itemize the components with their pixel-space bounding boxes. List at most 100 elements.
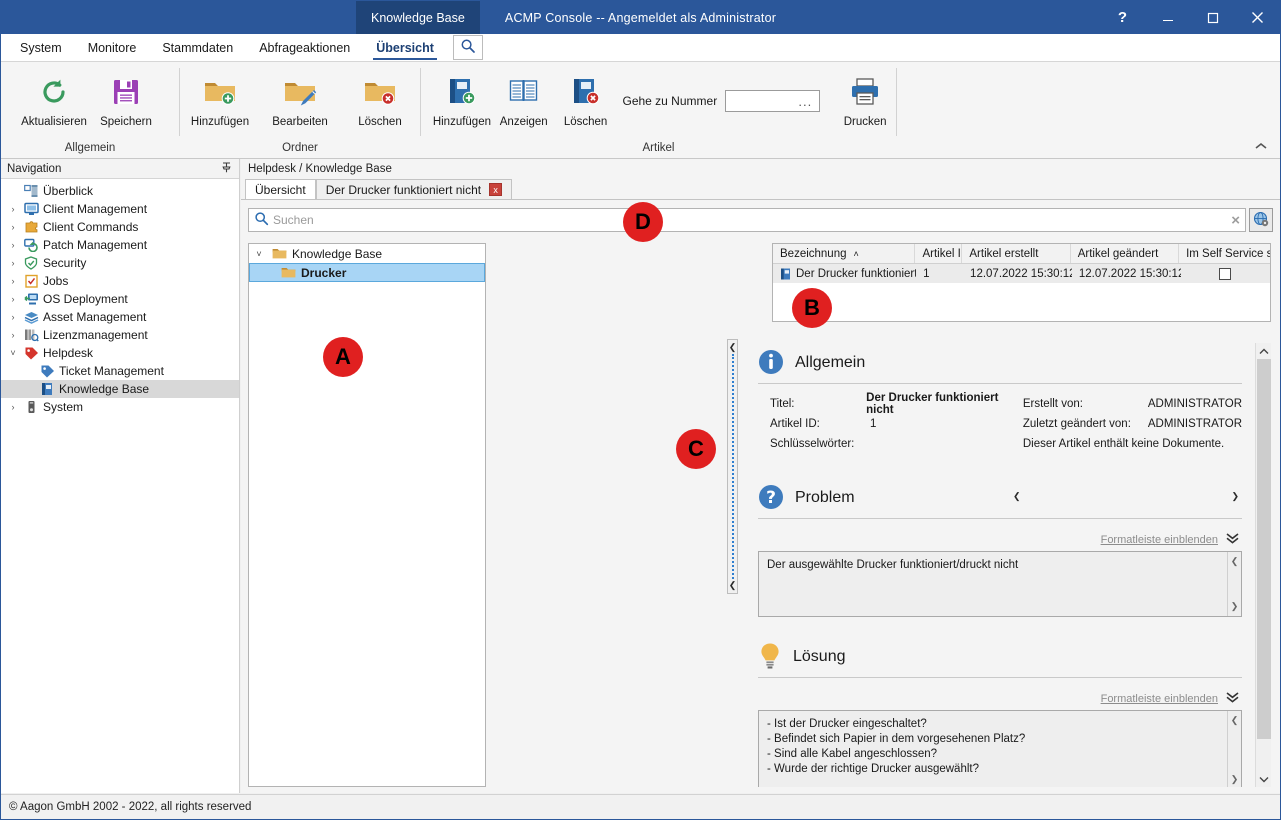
section-title: Lösung	[793, 648, 846, 666]
expand-arrow[interactable]: ›	[5, 204, 21, 214]
detail-panel-scrollbar[interactable]	[1255, 343, 1271, 787]
folder-tree-panel[interactable]: ˅ Knowledge Base Drucker	[248, 243, 486, 787]
lightbulb-icon	[758, 642, 782, 673]
cell-im-self-service	[1181, 264, 1270, 283]
search-row: Suchen ×	[248, 208, 1273, 232]
show-format-toolbar-link[interactable]: Formatleiste einblenden	[1101, 693, 1218, 705]
collapse-up-icon-right[interactable]: ❯	[1231, 491, 1239, 502]
loesung-textarea[interactable]: - Ist der Drucker eingeschaltet? - Befin…	[758, 710, 1242, 787]
ribbon-collapse-button[interactable]	[1250, 138, 1272, 156]
sidebar-item-asset-management[interactable]: › Asset Management	[1, 308, 239, 326]
loesung-textarea-scrollbar[interactable]: ❮ ❯	[1227, 711, 1241, 787]
folder-edit-icon	[283, 72, 317, 112]
print-button[interactable]: Drucken	[834, 68, 896, 128]
collapse-arrow[interactable]: ˅	[5, 348, 21, 358]
ribbon-tab-system[interactable]: System	[7, 34, 75, 61]
scroll-down-icon[interactable]: ❯	[1231, 599, 1239, 614]
cell-text: Der Drucker funktioniert nicht	[796, 268, 916, 280]
scroll-up-icon[interactable]: ❮	[1231, 713, 1239, 728]
expand-arrow[interactable]: ›	[5, 294, 21, 304]
collapse-left-icon[interactable]: ❮	[729, 342, 737, 353]
document-tab-knowledge-base[interactable]: Knowledge Base	[356, 1, 480, 34]
collapse-left-icon-bottom[interactable]: ❮	[729, 580, 737, 591]
scroll-up-button[interactable]	[1256, 343, 1272, 359]
close-button[interactable]	[1235, 1, 1280, 34]
article-add-button[interactable]: Hinzufügen	[431, 68, 493, 128]
tab-uebersicht[interactable]: Übersicht	[245, 179, 316, 199]
chevron-up-icon	[1254, 140, 1268, 154]
sidebar-item-jobs[interactable]: › Jobs	[1, 272, 239, 290]
sidebar-item-client-management[interactable]: › Client Management	[1, 200, 239, 218]
folder-delete-button[interactable]: Löschen	[340, 68, 420, 128]
search-input[interactable]: Suchen ×	[248, 208, 1246, 232]
article-grid[interactable]: Bezeichnung ˄ Artikel ID Artikel erstell…	[772, 243, 1271, 322]
grid-header-artikel-geaendert[interactable]: Artikel geändert	[1071, 244, 1179, 263]
table-row[interactable]: Der Drucker funktioniert nicht 1 12.07.2…	[773, 264, 1270, 283]
article-detail-panel: Allgemein Titel: Der Drucker funktionier…	[746, 343, 1271, 787]
grid-header-artikel-id[interactable]: Artikel ID	[915, 244, 962, 263]
scroll-down-button[interactable]	[1256, 771, 1272, 787]
clear-search-icon[interactable]: ×	[1231, 212, 1240, 229]
scrollbar-track[interactable]	[1256, 359, 1272, 771]
goto-number-input[interactable]: ...	[725, 90, 820, 112]
article-view-button[interactable]: Anzeigen	[493, 68, 555, 128]
globe-settings-button[interactable]	[1249, 208, 1273, 232]
ribbon-tab-stammdaten[interactable]: Stammdaten	[149, 34, 246, 61]
ribbon-tab-abfrageaktionen[interactable]: Abfrageaktionen	[246, 34, 363, 61]
ribbon-tab-uebersicht[interactable]: Übersicht	[363, 34, 447, 61]
search-icon	[254, 211, 269, 229]
grid-header-im-self-service[interactable]: Im Self Service sic...	[1179, 244, 1270, 263]
chevron-double-down-icon[interactable]	[1225, 532, 1240, 548]
sidebar-item-patch-management[interactable]: › Patch Management	[1, 236, 239, 254]
maximize-button[interactable]	[1190, 1, 1235, 34]
refresh-button[interactable]: Aktualisieren	[18, 68, 90, 128]
tree-node-label: Knowledge Base	[292, 247, 382, 261]
expand-arrow[interactable]: ›	[5, 258, 21, 268]
sidebar-item-ticket-management[interactable]: Ticket Management	[1, 362, 239, 380]
ribbon-tab-monitore[interactable]: Monitore	[75, 34, 150, 61]
vertical-splitter[interactable]: ❮ ❮	[727, 339, 738, 594]
tree-node-knowledge-base[interactable]: ˅ Knowledge Base	[249, 244, 485, 263]
expand-arrow[interactable]: ›	[5, 312, 21, 322]
sidebar-item-security[interactable]: › Security	[1, 254, 239, 272]
problem-textarea[interactable]: Der ausgewählte Drucker funktioniert/dru…	[758, 551, 1242, 617]
close-icon	[1251, 11, 1264, 24]
sidebar-item-ueberblick[interactable]: Überblick	[1, 182, 239, 200]
pin-icon[interactable]	[220, 161, 233, 177]
sidebar-item-helpdesk[interactable]: ˅ Helpdesk	[1, 344, 239, 362]
grid-header-bezeichnung[interactable]: Bezeichnung ˄	[773, 244, 915, 263]
sidebar-item-knowledge-base[interactable]: Knowledge Base	[1, 380, 239, 398]
scroll-down-icon[interactable]: ❯	[1231, 772, 1239, 787]
minimize-button[interactable]	[1145, 1, 1190, 34]
scrollbar-thumb[interactable]	[1257, 359, 1271, 739]
expand-arrow[interactable]: ›	[5, 402, 21, 412]
problem-textarea-scrollbar[interactable]: ❮ ❯	[1227, 552, 1241, 616]
grid-header-artikel-erstellt[interactable]: Artikel erstellt	[962, 244, 1070, 263]
sidebar-item-system[interactable]: › System	[1, 398, 239, 416]
folder-edit-button[interactable]: Bearbeiten	[260, 68, 340, 128]
save-button[interactable]: Speichern	[90, 68, 162, 128]
folder-add-button[interactable]: Hinzufügen	[180, 68, 260, 128]
printer-icon	[849, 72, 881, 112]
tab-der-drucker-funktioniert-nicht[interactable]: Der Drucker funktioniert nicht x	[316, 179, 512, 199]
expand-arrow[interactable]: ›	[5, 222, 21, 232]
collapse-arrow[interactable]: ˅	[249, 249, 269, 259]
tree-node-drucker[interactable]: Drucker	[249, 263, 485, 282]
collapse-up-icon-left[interactable]: ❮	[1013, 491, 1021, 502]
show-format-toolbar-link[interactable]: Formatleiste einblenden	[1101, 534, 1218, 546]
expand-arrow[interactable]: ›	[5, 330, 21, 340]
sidebar-item-os-deployment[interactable]: › OS Deployment	[1, 290, 239, 308]
tab-close-icon[interactable]: x	[489, 183, 502, 196]
self-service-checkbox[interactable]	[1219, 268, 1231, 280]
expand-arrow[interactable]: ›	[5, 276, 21, 286]
ribbon-group-ordner: Hinzufügen Bearbeiten	[180, 62, 420, 158]
chevron-double-down-icon[interactable]	[1225, 691, 1240, 707]
ribbon-search-button[interactable]	[453, 35, 483, 60]
ribbon-group-title: Ordner	[180, 138, 420, 158]
article-delete-button[interactable]: Löschen	[555, 68, 617, 128]
help-button[interactable]: ?	[1100, 1, 1145, 34]
scroll-up-icon[interactable]: ❮	[1231, 554, 1239, 569]
sidebar-item-client-commands[interactable]: › Client Commands	[1, 218, 239, 236]
sidebar-item-lizenzmanagement[interactable]: › Lizenzmanagement	[1, 326, 239, 344]
expand-arrow[interactable]: ›	[5, 240, 21, 250]
